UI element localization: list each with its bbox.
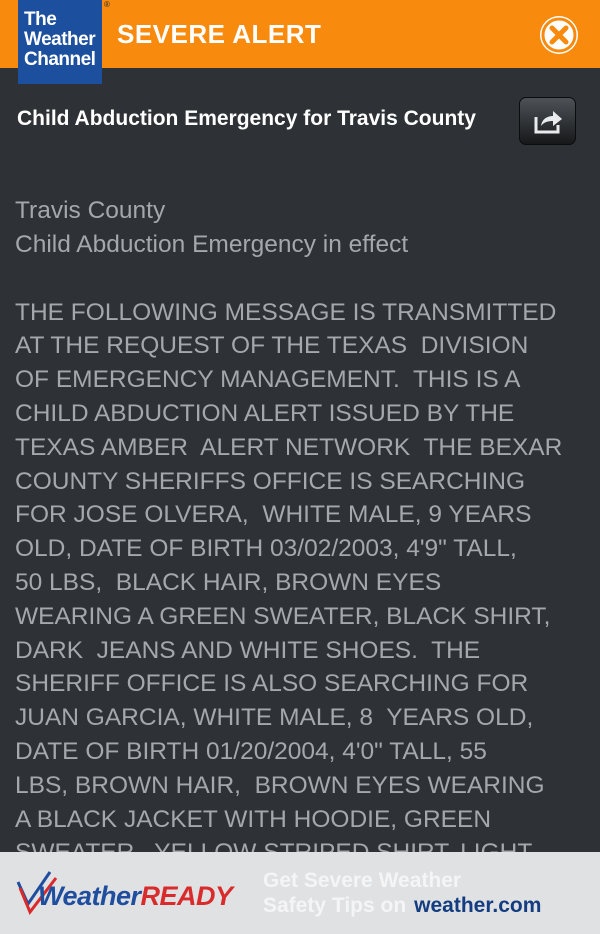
- message-line: A BLACK JACKET WITH HOODIE, GREEN: [15, 805, 492, 833]
- share-icon: [534, 111, 562, 134]
- brand-weather: Weather: [38, 881, 141, 911]
- message-line: AT THE REQUEST OF THE TEXAS DIVISION: [15, 332, 529, 360]
- weather-channel-logo: The Weather Channel: [18, 0, 102, 84]
- tip-line-1: Get Severe Weather: [263, 869, 462, 892]
- close-button[interactable]: [540, 16, 578, 54]
- weather-ready-wordmark: WeatherREADY: [38, 881, 233, 912]
- registered-mark: ®: [104, 0, 110, 9]
- message-line: DARK JEANS AND WHITE SHOES. THE: [15, 636, 481, 664]
- close-icon: [541, 17, 577, 53]
- alert-status: Child Abduction Emergency in effect: [15, 230, 409, 258]
- safety-tips-text[interactable]: Get Severe Weather Safety Tips on weather…: [263, 868, 541, 918]
- alert-content: Travis County Child Abduction Emergency …: [15, 194, 595, 870]
- logo-line-3: Channel: [24, 49, 96, 70]
- tip-line-2: Safety Tips on: [263, 894, 407, 917]
- message-line: THE FOLLOWING MESSAGE IS TRANSMITTED: [15, 298, 557, 326]
- logo-line-2: Weather: [24, 29, 96, 50]
- message-line: JUAN GARCIA, WHITE MALE, 8 YEARS OLD,: [15, 704, 534, 732]
- brand-ready: READY: [140, 881, 234, 911]
- alert-header-bar: The Weather Channel ® SEVERE ALERT: [0, 0, 600, 84]
- message-line: SHERIFF OFFICE IS ALSO SEARCHING FOR: [15, 670, 529, 698]
- weather-ready-logo: WeatherREADY: [16, 870, 251, 918]
- message-line: LBS, BROWN HAIR, BROWN EYES WEARING: [15, 771, 545, 799]
- message-line: OLD, DATE OF BIRTH 03/02/2003, 4'9" TALL…: [15, 535, 517, 563]
- message-line: FOR JOSE OLVERA, WHITE MALE, 9 YEARS: [15, 501, 532, 529]
- message-line: TEXAS AMBER ALERT NETWORK THE BEXAR: [15, 433, 563, 461]
- alert-headline: Child Abduction Emergency for Travis Cou…: [17, 107, 476, 130]
- message-line: OF EMERGENCY MANAGEMENT. THIS IS A: [15, 366, 521, 394]
- alert-area: Travis County: [15, 197, 166, 224]
- logo-line-1: The: [24, 9, 57, 30]
- message-line: 50 LBS, BLACK HAIR, BROWN EYES: [15, 568, 442, 596]
- tip-line-2-wrap: Safety Tips on weather.com: [263, 893, 541, 918]
- message-line: WEARING A GREEN SWEATER, BLACK SHIRT,: [15, 602, 551, 630]
- message-line: CHILD ABDUCTION ALERT ISSUED BY THE: [15, 399, 515, 427]
- message-line: COUNTY SHERIFFS OFFICE IS SEARCHING: [15, 467, 526, 495]
- alert-title: SEVERE ALERT: [117, 19, 322, 49]
- weather-com-link[interactable]: weather.com: [414, 894, 541, 917]
- share-button[interactable]: [519, 97, 576, 145]
- message-line: DATE OF BIRTH 01/20/2004, 4'0" TALL, 55: [15, 737, 487, 765]
